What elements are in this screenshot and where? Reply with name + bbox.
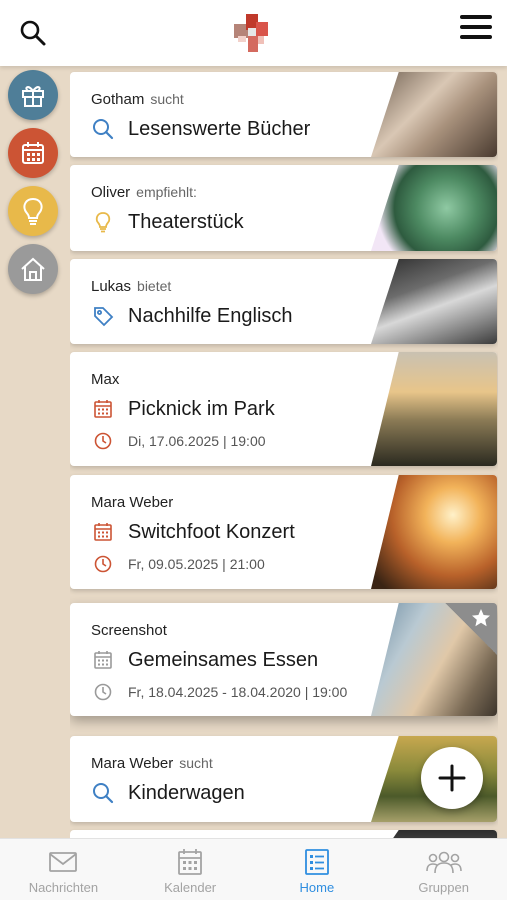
clock-icon [91, 554, 115, 574]
gift-icon[interactable] [8, 70, 58, 120]
hamburger-menu-icon[interactable] [460, 15, 492, 43]
feed-card[interactable]: Screenshot Gemeinsames Essen Fr, 18.04.2… [70, 603, 497, 716]
star-icon [472, 609, 490, 627]
card-image-park [371, 352, 497, 466]
card-verb: sucht [150, 91, 184, 107]
mail-icon [48, 847, 78, 877]
search-icon [91, 117, 115, 141]
card-date: Fr, 18.04.2025 - 18.04.2020 | 19:00 [128, 684, 348, 700]
favorite-badge[interactable] [445, 603, 497, 655]
nav-item-kalender[interactable]: Kalender [127, 839, 254, 900]
card-verb: sucht [179, 755, 213, 771]
clock-icon [91, 431, 115, 451]
card-title: Gemeinsames Essen [128, 648, 319, 671]
tag-icon [91, 304, 115, 328]
nav-item-home[interactable]: Home [254, 839, 381, 900]
search-icon[interactable] [18, 18, 48, 48]
card-date: Di, 17.06.2025 | 19:00 [128, 433, 266, 449]
search-icon [91, 781, 115, 805]
calendar-icon [91, 520, 115, 544]
clock-icon [91, 682, 115, 702]
lightbulb-icon [91, 210, 115, 234]
card-image-tutoring [371, 259, 497, 344]
card-title: Theaterstück [128, 210, 244, 233]
calendar-icon [177, 847, 203, 877]
feed-card[interactable]: Max Picknick im Park Di, 17.06.2025 | 19… [70, 352, 497, 466]
card-verb: bietet [137, 278, 172, 294]
calendar-icon [91, 648, 115, 672]
card-author: Mara Weber [91, 755, 174, 772]
nav-item-nachrichten[interactable]: Nachrichten [0, 839, 127, 900]
card-image [371, 830, 497, 838]
add-button[interactable] [421, 747, 483, 809]
card-title: Switchfoot Konzert [128, 520, 295, 543]
nav-item-gruppen[interactable]: Gruppen [380, 839, 507, 900]
group-icon [425, 847, 462, 877]
calendar-icon [91, 397, 115, 421]
nav-label: Kalender [164, 880, 217, 895]
home-icon[interactable] [8, 244, 58, 294]
feed-card[interactable]: Lukas bietet Nachhilfe Englisch [70, 259, 497, 344]
card-image-books [371, 72, 497, 157]
card-author: Mara Weber [91, 494, 174, 511]
card-author: Max [91, 371, 120, 388]
nav-label: Nachrichten [28, 880, 99, 895]
feed: Gotham sucht Lesenswerte Bücher Oliver emp… [70, 66, 498, 838]
feed-card[interactable] [70, 830, 497, 838]
card-title: Kinderwagen [128, 781, 245, 804]
card-title: Picknick im Park [128, 397, 275, 420]
feed-card[interactable]: Gotham sucht Lesenswerte Bücher [70, 72, 497, 157]
plus-icon [438, 764, 466, 792]
side-rail [0, 66, 66, 838]
card-author: Gotham [91, 91, 145, 108]
app-header [0, 0, 507, 66]
card-title: Nachhilfe Englisch [128, 304, 293, 327]
card-author: Oliver [91, 184, 131, 201]
card-image-concert [371, 475, 497, 589]
bottom-nav: Nachrichten Kalender Home Gruppen [0, 838, 507, 900]
card-author: Screenshot [91, 622, 167, 639]
feed-card[interactable]: Mara Weber Switchfoot Konzert Fr, 09.05.… [70, 475, 497, 589]
app-logo[interactable] [234, 14, 270, 52]
feed-card[interactable]: Oliver empfiehlt: Theaterstück [70, 165, 497, 251]
nav-label: Gruppen [418, 880, 469, 895]
card-verb: empfiehlt: [136, 184, 197, 200]
card-author: Lukas [91, 278, 132, 295]
calendar-icon[interactable] [8, 128, 58, 178]
nav-label: Home [299, 880, 335, 895]
card-title: Lesenswerte Bücher [128, 117, 311, 140]
card-image-succulent [371, 165, 497, 251]
lightbulb-icon[interactable] [8, 186, 58, 236]
list-icon [304, 847, 330, 877]
card-date: Fr, 09.05.2025 | 21:00 [128, 556, 265, 572]
